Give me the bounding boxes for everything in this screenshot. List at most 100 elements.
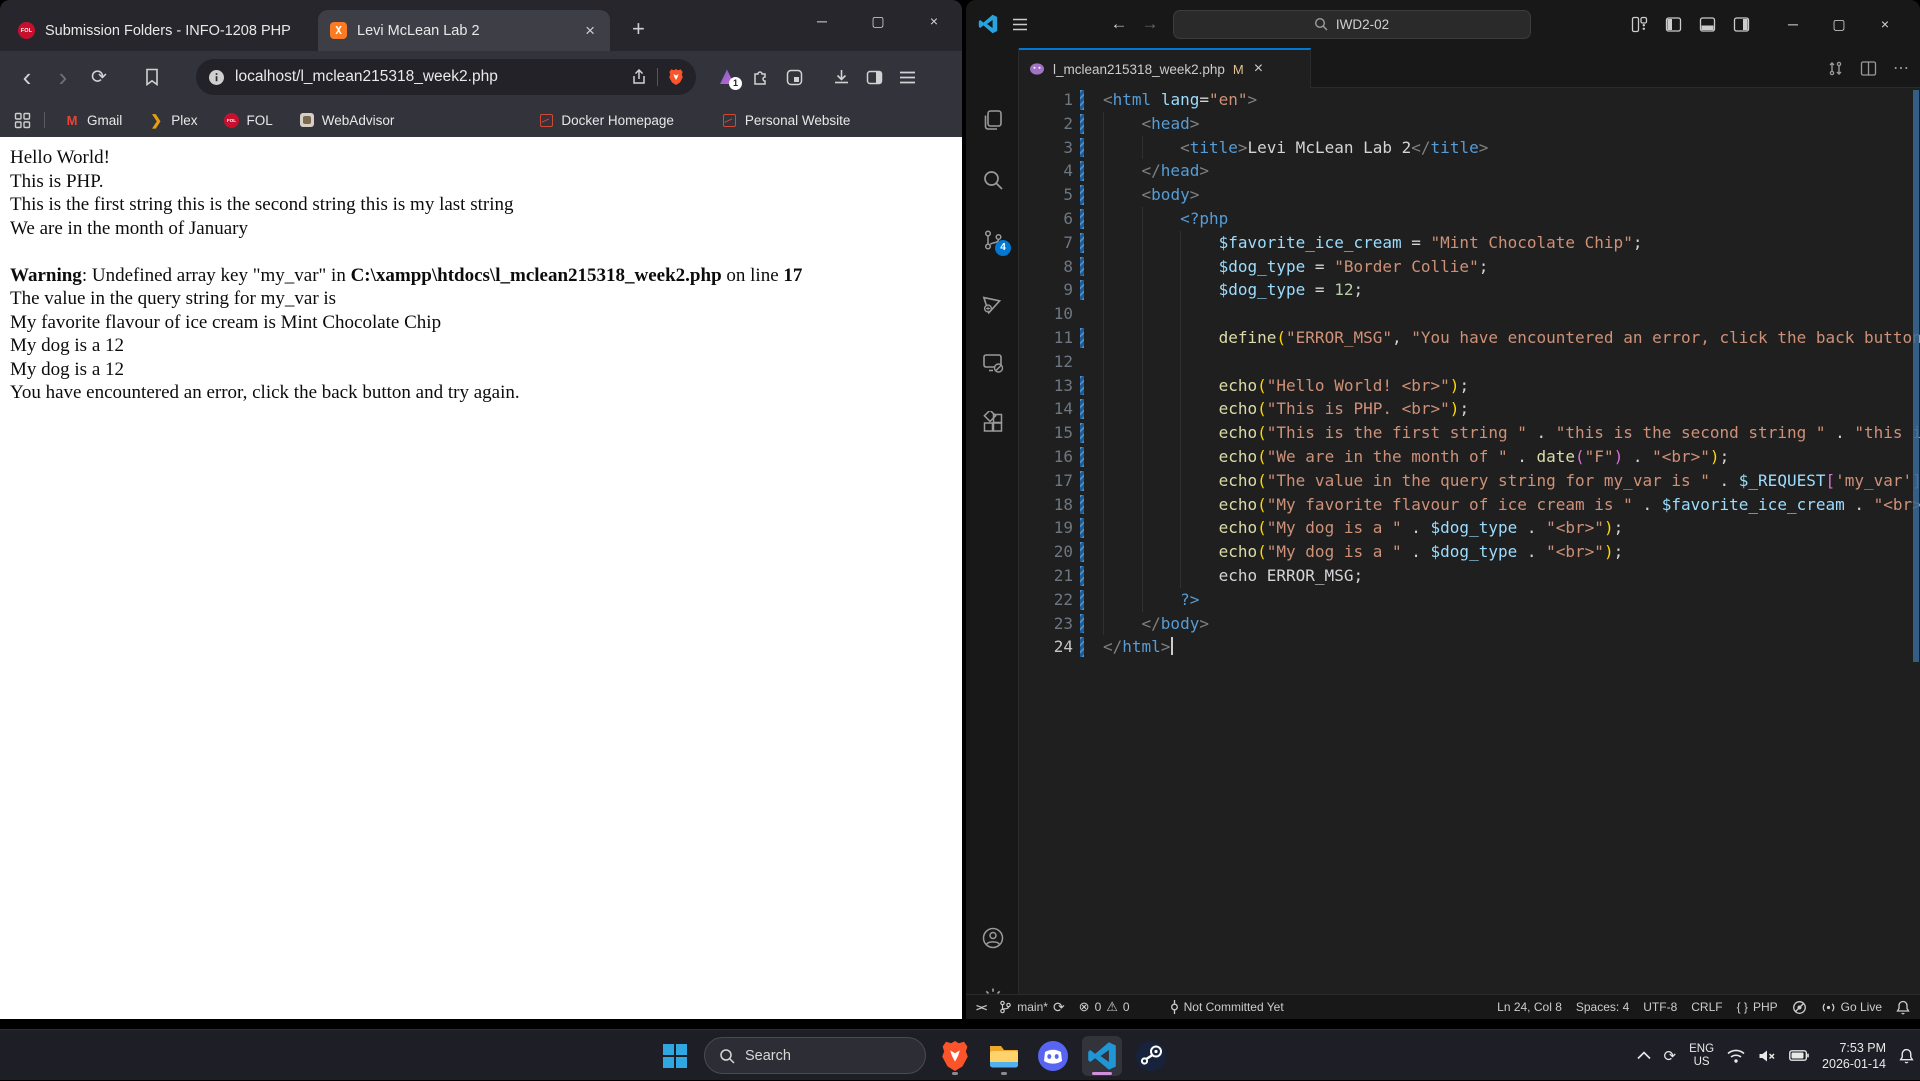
notifications-bell-icon[interactable]	[1896, 1000, 1910, 1015]
code-line[interactable]: 10	[1019, 302, 1920, 326]
bookmark-gmail[interactable]: M Gmail	[64, 112, 122, 128]
source-control-icon[interactable]: 4	[966, 228, 1019, 252]
code-line[interactable]: 14 echo("This is PHP. <br>");	[1019, 397, 1920, 421]
code-line[interactable]: 20 echo("My dog is a " . $dog_type . "<b…	[1019, 540, 1920, 564]
forward-button[interactable]: ›	[50, 64, 76, 90]
tab-close-icon[interactable]: ×	[1254, 60, 1263, 78]
run-debug-icon[interactable]	[966, 291, 1019, 315]
bookmark-docker-homepage[interactable]: Docker Homepage	[538, 112, 674, 128]
code-line[interactable]: 24</html>	[1019, 635, 1920, 659]
volume-muted-icon[interactable]	[1758, 1049, 1776, 1063]
code-line[interactable]: 11 define("ERROR_MSG", "You have encount…	[1019, 326, 1920, 350]
encoding[interactable]: UTF-8	[1643, 1000, 1677, 1014]
address-bar[interactable]: localhost/l_mclean215318_week2.php	[196, 59, 696, 95]
taskbar-explorer-icon[interactable]	[984, 1036, 1024, 1076]
bookmark-webadvisor[interactable]: WebAdvisor	[299, 112, 395, 128]
remote-indicator[interactable]: ><	[976, 1001, 985, 1014]
xdebug-disabled-icon[interactable]	[1792, 1000, 1807, 1015]
publish-sync-icon[interactable]: ⟳	[1053, 999, 1065, 1016]
taskbar-search[interactable]: Search	[704, 1037, 926, 1074]
code-line[interactable]: 17 echo("The value in the query string f…	[1019, 469, 1920, 493]
remote-explorer-icon[interactable]	[966, 351, 1019, 375]
browser-tab-submission-folders[interactable]: FOL Submission Folders - INFO-1208 PHP	[6, 10, 302, 51]
indentation[interactable]: Spaces: 4	[1576, 1000, 1629, 1014]
code-line[interactable]: 5 <body>	[1019, 183, 1920, 207]
commit-status-item[interactable]: Not Committed Yet	[1170, 1000, 1284, 1014]
back-button[interactable]: ‹	[14, 64, 40, 90]
cursor-position[interactable]: Ln 24, Col 8	[1497, 1000, 1562, 1014]
browser-tab-active[interactable]: X Levi McLean Lab 2 ×	[318, 10, 610, 51]
url-text[interactable]: localhost/l_mclean215318_week2.php	[235, 68, 621, 86]
code-line[interactable]: 3 <title>Levi McLean Lab 2</title>	[1019, 136, 1920, 160]
battery-icon[interactable]	[1789, 1050, 1809, 1061]
start-button[interactable]	[655, 1036, 695, 1076]
overview-ruler[interactable]	[1913, 90, 1919, 662]
language-mode[interactable]: { } PHP	[1737, 1000, 1778, 1014]
go-forward-icon[interactable]: →	[1142, 14, 1159, 34]
toggle-sidebar-icon[interactable]	[1665, 16, 1682, 33]
share-icon[interactable]	[631, 69, 647, 86]
code-line[interactable]: 12	[1019, 350, 1920, 374]
tab-search-icon[interactable]	[786, 69, 803, 86]
taskbar-notifications-icon[interactable]	[1899, 1048, 1914, 1064]
search-icon[interactable]	[966, 168, 1019, 192]
minimize-button[interactable]: ─	[1770, 0, 1816, 48]
taskbar-vscode-icon[interactable]	[1082, 1036, 1122, 1076]
code-line[interactable]: 8 $dog_type = "Border Collie";	[1019, 255, 1920, 279]
code-line[interactable]: 2 <head>	[1019, 112, 1920, 136]
more-actions-icon[interactable]: ⋯	[1893, 58, 1910, 78]
code-line[interactable]: 15 echo("This is the first string " . "t…	[1019, 421, 1920, 445]
code-line[interactable]: 22 ?>	[1019, 588, 1920, 612]
maximize-button[interactable]: ▢	[1816, 0, 1862, 48]
code-line[interactable]: 21 echo ERROR_MSG;	[1019, 564, 1920, 588]
extensions-puzzle-icon[interactable]	[752, 68, 770, 86]
close-button[interactable]: ×	[906, 0, 962, 42]
maximize-button[interactable]: ▢	[850, 0, 906, 42]
go-back-icon[interactable]: ←	[1111, 14, 1128, 34]
tray-chevron-up-icon[interactable]	[1637, 1051, 1651, 1060]
language-indicator[interactable]: ENG US	[1689, 1043, 1714, 1069]
command-center-search[interactable]: IWD2-02	[1173, 10, 1531, 39]
toggle-secondary-sidebar-icon[interactable]	[1733, 16, 1750, 33]
vscode-menu-icon[interactable]	[1012, 18, 1028, 31]
taskbar-clock[interactable]: 7:53 PM 2026-01-14	[1822, 1040, 1886, 1072]
code-line[interactable]: 1<html lang="en">	[1019, 88, 1920, 112]
site-info-icon[interactable]	[208, 69, 225, 86]
taskbar-brave-icon[interactable]	[935, 1036, 975, 1076]
bookmark-plex[interactable]: ❯ Plex	[148, 112, 197, 128]
code-line[interactable]: 23 </body>	[1019, 612, 1920, 636]
tray-update-icon[interactable]: ⟳	[1664, 1047, 1677, 1065]
apps-grid-icon[interactable]	[14, 112, 31, 129]
bookmark-flag-icon[interactable]	[144, 68, 160, 86]
minimize-button[interactable]: ─	[794, 0, 850, 42]
bookmark-fol[interactable]: FOL FOL	[224, 112, 273, 128]
eol-sequence[interactable]: CRLF	[1691, 1000, 1722, 1014]
menu-icon[interactable]	[899, 70, 916, 85]
close-button[interactable]: ×	[1862, 0, 1908, 48]
reload-button[interactable]: ⟳	[86, 66, 112, 89]
code-line[interactable]: 6 <?php	[1019, 207, 1920, 231]
taskbar-steam-icon[interactable]	[1131, 1036, 1171, 1076]
code-line[interactable]: 4 </head>	[1019, 159, 1920, 183]
open-changes-icon[interactable]	[1827, 60, 1844, 77]
wifi-icon[interactable]	[1727, 1049, 1745, 1063]
sidebar-icon[interactable]	[866, 69, 883, 86]
code-editor[interactable]: 1<html lang="en">2 <head>3 <title>Levi M…	[1019, 88, 1920, 994]
editor-tab-active[interactable]: l_mclean215318_week2.php M ×	[1019, 48, 1311, 88]
brave-shield-icon[interactable]	[668, 68, 684, 86]
new-tab-button[interactable]: +	[632, 18, 645, 40]
toggle-panel-icon[interactable]	[1699, 16, 1716, 33]
git-branch-item[interactable]: main* ⟳	[999, 999, 1064, 1016]
customize-layout-icon[interactable]	[1631, 16, 1648, 33]
leo-ai-icon[interactable]: 1	[718, 68, 736, 86]
code-line[interactable]: 13 echo("Hello World! <br>");	[1019, 374, 1920, 398]
problems-item[interactable]: ⊗ 0 ⚠ 0	[1079, 999, 1130, 1015]
code-line[interactable]: 16 echo("We are in the month of " . date…	[1019, 445, 1920, 469]
code-line[interactable]: 9 $dog_type = 12;	[1019, 278, 1920, 302]
split-editor-icon[interactable]	[1860, 60, 1877, 77]
taskbar-discord-icon[interactable]	[1033, 1036, 1073, 1076]
extensions-icon[interactable]	[966, 411, 1019, 435]
code-line[interactable]: 18 echo("My favorite flavour of ice crea…	[1019, 493, 1920, 517]
code-line[interactable]: 7 $favorite_ice_cream = "Mint Chocolate …	[1019, 231, 1920, 255]
accounts-icon[interactable]	[966, 926, 1019, 950]
